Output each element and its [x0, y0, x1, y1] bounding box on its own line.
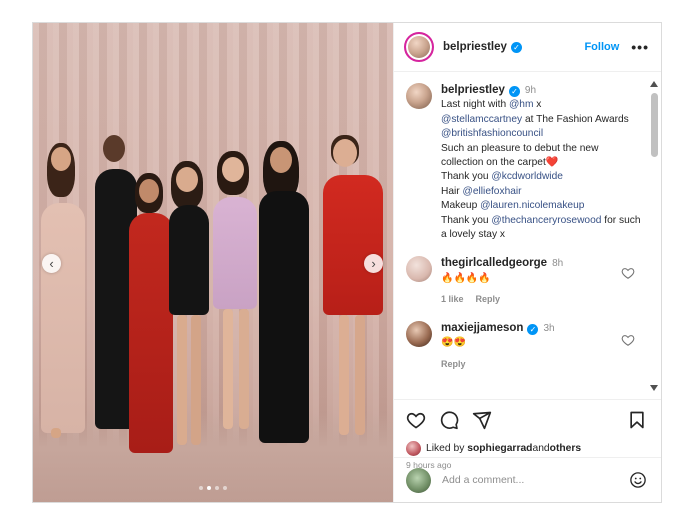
comment-time: 8h	[552, 258, 564, 270]
mention-link[interactable]: @stellamccartney	[441, 114, 522, 125]
current-user-avatar	[406, 467, 431, 493]
post-side-panel: belpriestley ✓ Follow ••• belpriestley ✓ 9…	[393, 23, 661, 502]
mention-link[interactable]: @hm	[509, 99, 534, 110]
liker-avatar[interactable]	[406, 441, 421, 456]
comment-text: 😍😍	[441, 337, 466, 349]
author-avatar[interactable]	[404, 32, 434, 62]
heart-icon[interactable]	[406, 410, 426, 430]
commenter-username[interactable]: thegirlcalledgeorge	[441, 257, 547, 269]
verified-icon: ✓	[527, 323, 539, 335]
caption-username[interactable]: belpriestley	[441, 84, 505, 96]
commenter-avatar[interactable]	[406, 256, 432, 283]
commenter-avatar[interactable]	[406, 320, 432, 347]
carousel-dots	[199, 486, 227, 490]
caption-time: 9h	[524, 85, 537, 96]
comment-like-heart-icon[interactable]	[621, 333, 635, 347]
caption-line: Last night with	[441, 99, 509, 111]
comment-item: maxiejjameson ✓ 3h 😍😍 Reply	[406, 320, 647, 371]
reply-button[interactable]: Reply	[476, 294, 501, 304]
liked-by-label: and	[532, 443, 550, 454]
follow-button[interactable]: Follow	[584, 41, 619, 53]
share-icon[interactable]	[472, 410, 492, 430]
comment-like-heart-icon[interactable]	[621, 266, 635, 280]
caption-avatar[interactable]	[406, 83, 432, 109]
mention-link[interactable]: @britishfashioncouncil	[441, 128, 543, 139]
post-photo[interactable]: ‹ ›	[33, 23, 393, 502]
verified-icon: ✓	[508, 86, 520, 97]
comment-time: 3h	[543, 322, 555, 334]
comments-scrollbar[interactable]	[649, 79, 659, 393]
caption: belpriestley ✓ 9h Last night with @hm x @s…	[406, 83, 647, 242]
carousel-dot	[223, 486, 227, 490]
comments-list[interactable]: belpriestley ✓ 9h Last night with @hm x @s…	[394, 73, 661, 399]
comment-text: 🔥🔥🔥🔥	[441, 272, 491, 284]
mention-link[interactable]: @elliefoxhair	[463, 186, 522, 197]
carousel-dot-active	[207, 486, 211, 490]
mention-link[interactable]: @lauren.nicolemakeup	[480, 200, 584, 211]
mention-link[interactable]: @kcdworldwide	[491, 171, 563, 182]
caption-line: Makeup	[441, 200, 481, 212]
scroll-thumb[interactable]	[651, 93, 658, 157]
scroll-up-arrow-icon[interactable]	[650, 81, 658, 87]
verified-icon: ✓	[510, 41, 522, 53]
comment-icon[interactable]	[439, 410, 459, 430]
carousel-dot	[199, 486, 203, 490]
caption-text: belpriestley ✓ 9h Last night with @hm x @s…	[441, 83, 641, 242]
commenter-username[interactable]: maxiejjameson	[441, 322, 523, 334]
post-header: belpriestley ✓ Follow •••	[394, 23, 661, 72]
more-options-icon[interactable]: •••	[631, 39, 649, 55]
caption-line: Thank you	[441, 214, 492, 226]
post-modal: ‹ › belpriestley ✓ Follow ••• belpriestl…	[32, 22, 662, 503]
caption-line: x	[533, 99, 542, 111]
bookmark-icon[interactable]	[627, 410, 647, 430]
liked-by: Liked by sophiegarrad and others	[406, 441, 647, 456]
caption-line: at The Fashion Awards	[522, 113, 629, 125]
reply-button[interactable]: Reply	[441, 359, 466, 369]
smile-icon[interactable]	[629, 471, 647, 489]
carousel-prev-button[interactable]: ‹	[42, 254, 61, 273]
liked-by-label: Liked by	[426, 443, 465, 454]
comment-item: thegirlcalledgeorge 8h 🔥🔥🔥🔥 1 like Reply	[406, 256, 647, 306]
carousel-dot	[215, 486, 219, 490]
liker-username[interactable]: sophiegarrad	[467, 443, 532, 454]
likes-others-link[interactable]: others	[550, 443, 581, 454]
comment-input[interactable]	[442, 474, 612, 486]
caption-line: Thank you	[441, 171, 492, 183]
author-username[interactable]: belpriestley	[443, 41, 507, 53]
caption-line: Such an pleasure to debut the new collec…	[441, 142, 599, 169]
comment-likes[interactable]: 1 like	[441, 294, 464, 304]
add-comment-bar	[394, 457, 661, 502]
carousel-next-button[interactable]: ›	[364, 254, 383, 273]
heart-emoji: ❤️	[545, 157, 559, 169]
scroll-down-arrow-icon[interactable]	[650, 385, 658, 391]
caption-line: Hair	[441, 185, 463, 197]
mention-link[interactable]: @thechanceryrosewood	[491, 215, 601, 226]
